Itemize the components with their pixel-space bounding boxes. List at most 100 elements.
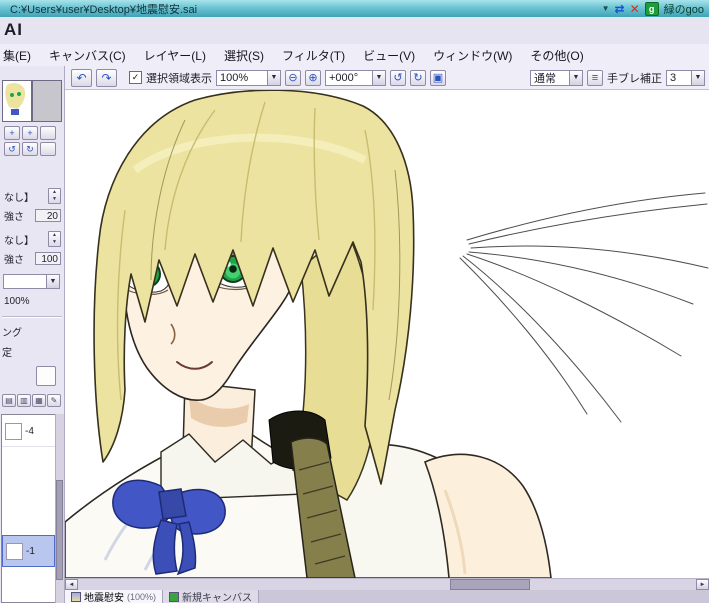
rotate-ccw-button[interactable]: ↺ [390, 69, 406, 86]
zoom-combobox[interactable]: 100% ▼ [216, 69, 281, 86]
zoom-in-button[interactable]: ⊕ [305, 69, 321, 86]
clipped-setting-row-1: ング [2, 324, 61, 339]
goo-toolbar-label[interactable]: 緑のgoo [664, 1, 704, 17]
stabilizer-value[interactable]: 3 [666, 69, 692, 86]
clear-layer-icon[interactable]: ✎ [47, 394, 61, 407]
rotate-cw-button[interactable]: ↻ [22, 142, 38, 156]
navigator-thumbnail[interactable] [2, 80, 32, 122]
canvas-tab-label: 新規キャンバス [182, 593, 253, 603]
canvas-tab-bar: 地震慰安 (100%) 新規キャンバス [65, 590, 709, 603]
new-layer-icon[interactable]: ▤ [2, 394, 16, 407]
strength-value-2[interactable]: 100 [35, 252, 61, 265]
rotate-cw-button[interactable]: ↻ [410, 69, 426, 86]
canvas-toolbar: ↶ ↷ ✓ 選択領域表示 100% ▼ ⊖ ⊕ +000° ▼ ↺ ↻ ▣ 通常… [65, 66, 709, 90]
zoom-value[interactable]: 100% [216, 69, 268, 86]
brush-strength-row-2: 強さ 100 [4, 251, 61, 266]
spin-down-icon[interactable]: ▼ [49, 239, 60, 246]
layer-list: -4 -1 [1, 414, 56, 603]
canvas-hscrollbar[interactable]: ◄ ► [65, 578, 709, 590]
rotate-ccw-button[interactable]: ↺ [4, 142, 20, 156]
menu-selection[interactable]: 選択(S) [215, 45, 273, 66]
brush-edge-spinner[interactable]: ▲ ▼ [48, 188, 61, 204]
canvas-tab-new[interactable]: 新規キャンバス [163, 590, 260, 603]
swatch-slot-button[interactable] [40, 126, 56, 140]
canvas-tab-current[interactable]: 地震慰安 (100%) [65, 590, 164, 603]
layer-list-scroll-thumb[interactable] [56, 480, 63, 580]
layer-thumbnail [5, 423, 22, 440]
goo-logo-icon[interactable]: g [644, 1, 659, 16]
clipped-setting-label-2: 定 [2, 348, 12, 359]
layer-list-scrollbar[interactable] [55, 414, 64, 603]
clipped-setting-label-1: ング [2, 328, 22, 339]
new-canvas-icon [169, 591, 180, 602]
navigator-preview-image [3, 81, 29, 119]
texture-preview-button[interactable] [36, 366, 56, 386]
chevron-down-icon[interactable]: ▼ [692, 69, 705, 86]
rotation-value[interactable]: +000° [325, 69, 373, 86]
chevron-down-icon[interactable]: ▼ [268, 69, 281, 86]
brush-edge-row: なし】 ▲ ▼ [4, 188, 61, 204]
rotation-combobox[interactable]: +000° ▼ [325, 69, 386, 86]
layer-command-bar: ▤ ▥ ▦ ✎ [2, 394, 61, 407]
selection-visible-checkbox[interactable]: ✓ [129, 71, 142, 84]
stabilizer-label: 手ブレ補正 [607, 72, 662, 85]
scroll-left-button[interactable]: ◄ [65, 579, 78, 590]
chevron-down-icon[interactable]: ▼ [373, 69, 386, 86]
canvas-column: ↶ ↷ ✓ 選択領域表示 100% ▼ ⊖ ⊕ +000° ▼ ↺ ↻ ▣ 通常… [65, 66, 709, 603]
menu-filter[interactable]: フィルタ(T) [273, 45, 354, 66]
menu-canvas[interactable]: キャンバス(C) [40, 45, 135, 66]
spin-up-icon[interactable]: ▲ [49, 232, 60, 239]
reset-view-button[interactable]: ▣ [430, 69, 446, 86]
selection-visible-label: 選択領域表示 [146, 72, 212, 85]
brush-texture-spinner[interactable]: ▲ ▼ [48, 231, 61, 247]
chevron-down-icon[interactable]: ▼ [602, 4, 610, 13]
menu-edit[interactable]: 集(E) [0, 45, 40, 66]
redo-button[interactable]: ↷ [96, 68, 117, 87]
strength-label-1: 強さ [4, 212, 24, 223]
new-folder-icon[interactable]: ▥ [17, 394, 31, 407]
layer-name: -4 [25, 426, 34, 437]
layer-row-4[interactable]: -4 [2, 417, 55, 447]
brush-edge-label: なし】 [4, 192, 34, 204]
strength-value-1[interactable]: 20 [35, 209, 61, 222]
menu-others[interactable]: その他(O) [521, 45, 592, 66]
add-swatch-button[interactable]: + [4, 126, 20, 140]
window-titlebar[interactable]: C:¥Users¥user¥Desktop¥地震慰安.sai ▼ ⇄ ✕ g 緑… [0, 0, 709, 18]
brush-texture-row: なし】 ▲ ▼ [4, 231, 61, 247]
drawing-canvas[interactable] [65, 90, 709, 578]
hscroll-thumb[interactable] [450, 579, 530, 590]
add-swatch-button-2[interactable]: + [22, 126, 38, 140]
layer-thumbnail [6, 542, 23, 560]
undo-button[interactable]: ↶ [71, 68, 92, 87]
scratchpad-thumbnail[interactable] [32, 80, 62, 122]
toolbar-menu-button[interactable]: ≡ [587, 69, 603, 86]
titlebar-controls: ▼ ⇄ ✕ g 緑のgoo [602, 0, 706, 17]
canvas-thumbnail-icon [71, 591, 81, 602]
menu-layer[interactable]: レイヤー(L) [135, 45, 215, 66]
scroll-right-button[interactable]: ► [696, 579, 709, 590]
stabilizer-combobox[interactable]: 3 ▼ [666, 69, 705, 86]
brush-size-dropdown[interactable]: ▼ [3, 274, 60, 289]
main-area: + + ↺ ↻ なし】 ▲ ▼ 強さ 20 なし】 ▲ ▼ 強さ 100 ▼ 1… [0, 66, 709, 603]
brush-size-value[interactable] [3, 274, 47, 289]
spin-up-icon[interactable]: ▲ [49, 189, 60, 196]
opacity-value: 100% [4, 296, 30, 307]
spin-down-icon[interactable]: ▼ [49, 196, 60, 203]
chevron-down-icon[interactable]: ▼ [47, 274, 60, 289]
blend-mode-combobox[interactable]: 通常 ▼ [530, 69, 583, 86]
menu-view[interactable]: ビュー(V) [354, 45, 424, 66]
close-icon[interactable]: ✕ [630, 3, 640, 15]
panel-divider [2, 316, 62, 317]
sai-logo-fragment: AI [4, 20, 23, 39]
canvas-tab-label: 地震慰安 [84, 593, 124, 603]
zoom-out-button[interactable]: ⊖ [285, 69, 301, 86]
menu-window[interactable]: ウィンドウ(W) [424, 45, 521, 66]
refresh-icon[interactable]: ⇄ [615, 3, 625, 15]
blend-mode-value[interactable]: 通常 [530, 69, 570, 86]
canvas-artwork [65, 90, 709, 578]
reset-view-button[interactable] [40, 142, 56, 156]
sai-application-window: C:¥Users¥user¥Desktop¥地震慰安.sai ▼ ⇄ ✕ g 緑… [0, 0, 709, 603]
chevron-down-icon[interactable]: ▼ [570, 69, 583, 86]
copy-layer-icon[interactable]: ▦ [32, 394, 46, 407]
layer-row-1-selected[interactable]: -1 [2, 535, 55, 567]
